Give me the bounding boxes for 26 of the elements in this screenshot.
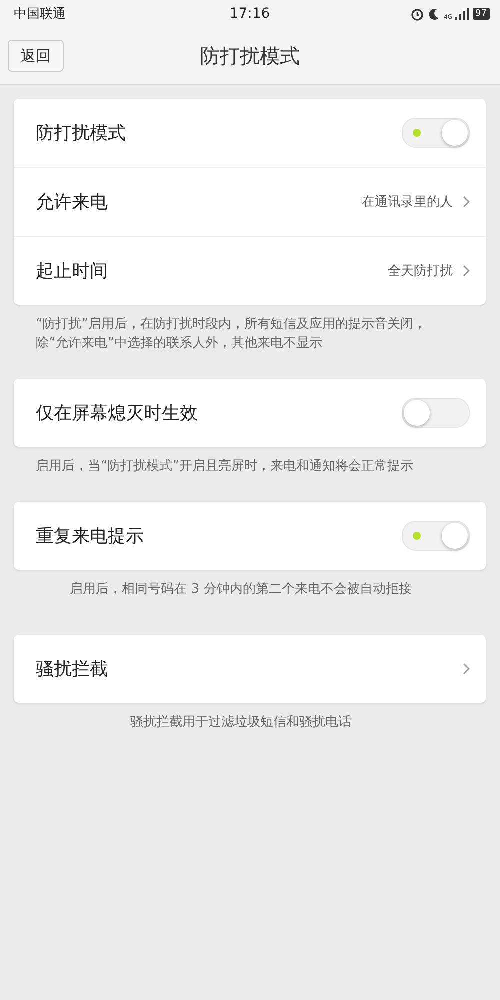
setting-label: 重复来电提示 xyxy=(36,525,144,548)
toggle-switch[interactable] xyxy=(402,118,470,148)
moon-icon xyxy=(428,8,440,20)
hint-text: 骚扰拦截用于过滤垃圾短信和骚扰电话 xyxy=(130,714,352,732)
setting-label: 骚扰拦截 xyxy=(36,658,108,681)
back-button[interactable]: 返回 xyxy=(8,40,64,72)
hint-text: 启用后，相同号码在 3 分钟内的第二个来电不会被自动拒接 xyxy=(69,581,413,599)
carrier-name: 中国联通 xyxy=(14,6,66,23)
setting-label: 仅在屏幕熄灭时生效 xyxy=(36,402,198,425)
chevron-icon[interactable] xyxy=(463,196,470,208)
hint-text: 启用后，当“防打扰模式”开启且亮屏时，来电和通知将会正常提示 xyxy=(36,458,414,476)
signal-icon xyxy=(454,8,469,20)
alarm-icon xyxy=(411,8,424,20)
setting-value: 全天防打扰 xyxy=(388,263,453,280)
setting-label: 允许来电 xyxy=(36,191,108,214)
chevron-icon[interactable] xyxy=(463,265,470,277)
setting-label: 防打扰模式 xyxy=(36,122,126,145)
chevron-icon[interactable] xyxy=(463,663,470,675)
hint-text: “防打扰”启用后，在防打扰时段内，所有短信及应用的提示音关闭，除“允许来电”中选择的联系人外，其他来电不显示 xyxy=(36,316,428,353)
page-title: 防打扰模式 xyxy=(200,42,300,70)
setting-value: 在通讯录里的人 xyxy=(362,194,453,211)
toggle-switch[interactable] xyxy=(402,521,470,551)
toggle-switch[interactable] xyxy=(402,398,470,428)
setting-label: 起止时间 xyxy=(36,260,108,283)
battery-level: 97 xyxy=(472,8,490,20)
clock-time: 17:16 xyxy=(230,6,270,22)
